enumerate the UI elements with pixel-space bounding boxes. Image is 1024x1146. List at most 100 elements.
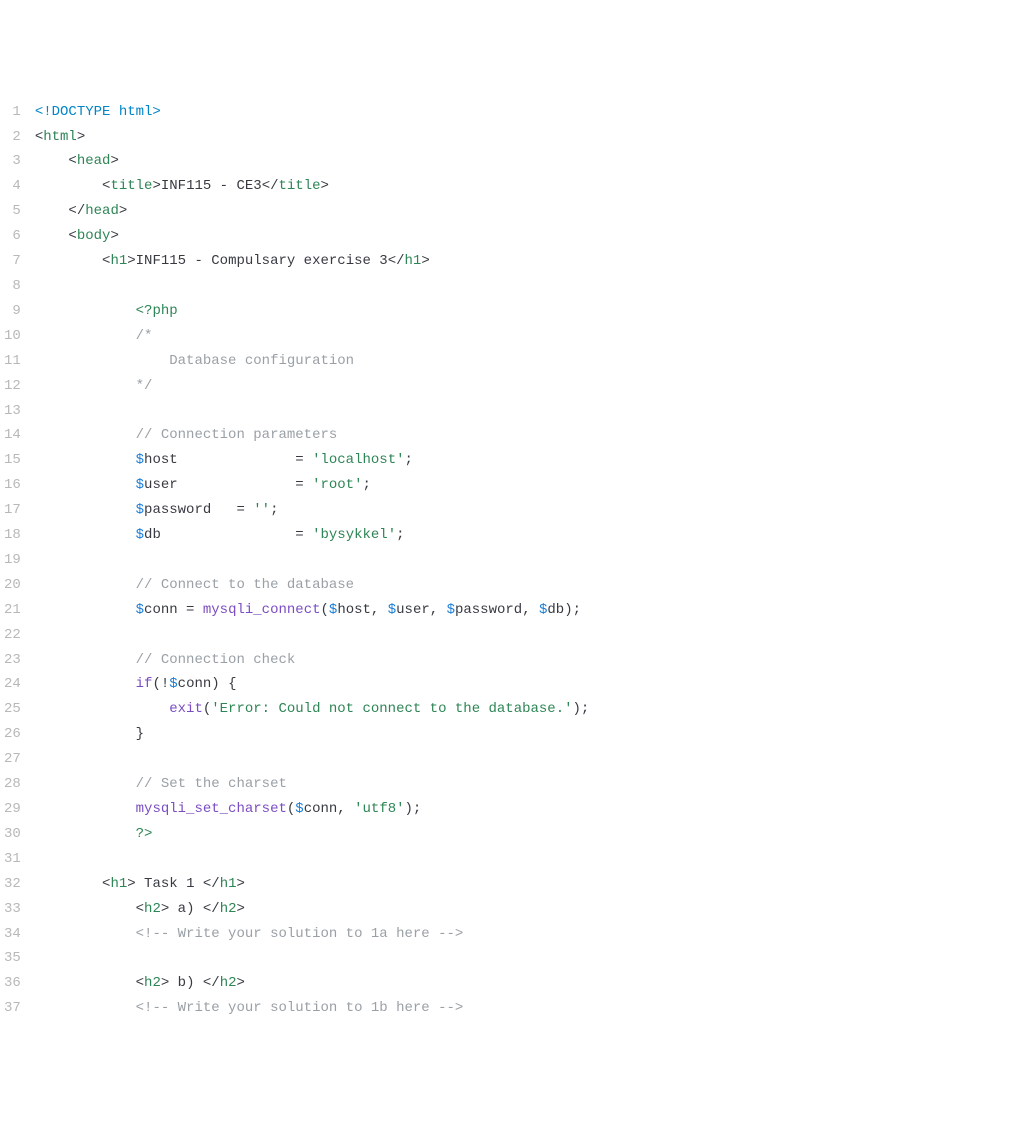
token-text: Task 1 [136,876,203,892]
code-line[interactable] [35,847,1024,872]
token-var-name: db [547,602,564,618]
code-line[interactable]: <!-- Write your solution to 1a here --> [35,922,1024,947]
code-line[interactable]: if(!$conn) { [35,672,1024,697]
code-line[interactable]: Database configuration [35,349,1024,374]
token-string: 'bysykkel' [312,527,396,543]
token-tag: h2 [220,901,237,917]
token-angle: < [136,901,144,917]
token-var-sigil: $ [136,502,144,518]
line-number: 2 [4,125,21,150]
token-comment: /* [136,328,153,344]
code-line[interactable]: <h1> Task 1 </h1> [35,872,1024,897]
code-line[interactable]: // Connection check [35,648,1024,673]
code-line[interactable]: <body> [35,224,1024,249]
token-angle: < [68,228,76,244]
code-line[interactable] [35,946,1024,971]
line-number: 13 [4,399,21,424]
token-tag: h1 [110,876,127,892]
code-line[interactable]: $conn = mysqli_connect($host, $user, $pa… [35,598,1024,623]
token-punct: (! [152,676,169,692]
token-punct: ( [321,602,329,618]
code-line[interactable]: <h2> a) </h2> [35,897,1024,922]
code-line[interactable] [35,623,1024,648]
code-line[interactable]: <?php [35,299,1024,324]
code-line[interactable]: mysqli_set_charset($conn, 'utf8'); [35,797,1024,822]
token-func: mysqli_set_charset [136,801,287,817]
code-editor[interactable]: 1234567891011121314151617181920212223242… [0,100,1024,1022]
token-var-sigil: $ [136,527,144,543]
line-number: 3 [4,149,21,174]
token-var-name: user [144,477,178,493]
token-op: = [178,452,312,468]
token-tag: html [43,129,77,145]
token-punct: ; [396,527,404,543]
token-tag: h1 [220,876,237,892]
token-text: INF115 - Compulsary exercise 3 [136,253,388,269]
code-line[interactable]: $password = ''; [35,498,1024,523]
token-tag: title [279,178,321,194]
line-number: 34 [4,922,21,947]
code-line[interactable] [35,274,1024,299]
code-line[interactable]: // Connect to the database [35,573,1024,598]
token-var-sigil: $ [136,477,144,493]
token-html-comment: <!-- Write your solution to 1b here --> [136,1000,464,1016]
code-line[interactable]: // Set the charset [35,772,1024,797]
token-html-comment: <!-- Write your solution to 1a here --> [136,926,464,942]
token-var-sigil: $ [169,676,177,692]
line-number: 35 [4,946,21,971]
code-line[interactable]: <!DOCTYPE html> [35,100,1024,125]
code-line[interactable]: } [35,722,1024,747]
line-number: 37 [4,996,21,1021]
token-var-sigil: $ [295,801,303,817]
line-number: 9 [4,299,21,324]
code-line[interactable]: <h2> b) </h2> [35,971,1024,996]
token-var-name: conn [144,602,178,618]
code-line[interactable]: <head> [35,149,1024,174]
token-var-name: host [337,602,371,618]
token-op: = [161,527,312,543]
code-line[interactable]: $db = 'bysykkel'; [35,523,1024,548]
code-line[interactable] [35,548,1024,573]
token-punct: ; [363,477,371,493]
code-line[interactable]: exit('Error: Could not connect to the da… [35,697,1024,722]
code-line[interactable]: */ [35,374,1024,399]
code-line[interactable]: /* [35,324,1024,349]
code-line[interactable]: </head> [35,199,1024,224]
token-angle: > [421,253,429,269]
token-tag: h2 [144,901,161,917]
code-line[interactable]: <!-- Write your solution to 1b here --> [35,996,1024,1021]
token-angle: > [237,876,245,892]
code-line[interactable] [35,399,1024,424]
token-doctype: <!DOCTYPE html> [35,104,161,120]
token-tag: body [77,228,111,244]
code-line[interactable]: $user = 'root'; [35,473,1024,498]
token-var-name: db [144,527,161,543]
token-punct: ); [564,602,581,618]
token-php-open: <?php [136,303,178,319]
code-line[interactable]: ?> [35,822,1024,847]
token-string: 'root' [312,477,362,493]
token-angle: </ [388,253,405,269]
token-angle: </ [262,178,279,194]
token-punct: ; [405,452,413,468]
line-number: 28 [4,772,21,797]
token-text: INF115 - CE3 [161,178,262,194]
line-number: 20 [4,573,21,598]
code-line[interactable]: <h1>INF115 - Compulsary exercise 3</h1> [35,249,1024,274]
token-punct: } [136,726,144,742]
token-var-sigil: $ [388,602,396,618]
code-line[interactable] [35,747,1024,772]
token-var-sigil: $ [136,602,144,618]
code-line[interactable]: // Connection parameters [35,423,1024,448]
line-number: 8 [4,274,21,299]
token-angle: </ [68,203,85,219]
code-line[interactable]: $host = 'localhost'; [35,448,1024,473]
token-comment: Database configuration [136,353,354,369]
code-line[interactable]: <title>INF115 - CE3</title> [35,174,1024,199]
code-area[interactable]: <!DOCTYPE html><html> <head> <title>INF1… [35,100,1024,1022]
line-number: 11 [4,349,21,374]
token-op: = [178,477,312,493]
line-number: 33 [4,897,21,922]
code-line[interactable]: <html> [35,125,1024,150]
line-number: 36 [4,971,21,996]
